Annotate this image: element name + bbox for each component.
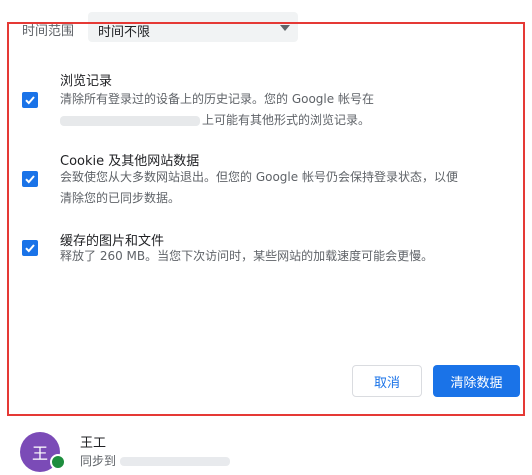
check-icon <box>25 175 35 184</box>
account-sync-prefix: 同步到 <box>80 454 117 468</box>
browsing-history-desc-line1: 清除所有登录过的设备上的历史记录。您的 Google 帐号在 <box>60 92 374 106</box>
avatar-letter: 王 <box>31 444 48 463</box>
account-sync-status: 同步到 <box>80 452 231 469</box>
cookies-checkbox[interactable] <box>22 171 38 187</box>
cache-desc: 释放了 260 MB。当您下次访问时，某些网站的加载速度可能会更慢。 <box>60 246 510 267</box>
cancel-button[interactable]: 取消 <box>352 365 422 397</box>
cookies-desc: 会致使您从大多数网站退出。但您的 Google 帐号仍会保持登录状态，以便 清除… <box>60 167 510 209</box>
check-icon <box>25 244 35 253</box>
chevron-down-icon <box>280 25 290 31</box>
browsing-history-desc-line2: 上可能有其他形式的浏览记录。 <box>60 110 510 131</box>
browsing-history-desc-line2-text: 上可能有其他形式的浏览记录。 <box>202 113 371 127</box>
account-name: 王工 <box>80 436 107 451</box>
browsing-history-desc: 清除所有登录过的设备上的历史记录。您的 Google 帐号在 上可能有其他形式的… <box>60 89 510 131</box>
cookies-desc-line2: 清除您的已同步数据。 <box>60 191 181 205</box>
cache-checkbox[interactable] <box>22 240 38 256</box>
account-row: 王 王工 同步到 <box>0 418 532 475</box>
redacted-email <box>120 457 231 466</box>
cookies-desc-line1: 会致使您从大多数网站退出。但您的 Google 帐号仍会保持登录状态，以便 <box>60 170 458 184</box>
time-range-value: 时间不限 <box>98 25 151 40</box>
time-range-label: 时间范围 <box>22 24 75 39</box>
redacted-link <box>60 115 200 126</box>
clear-data-button[interactable]: 清除数据 <box>433 365 520 397</box>
time-range-row: 时间范围 时间不限 <box>0 0 532 42</box>
browsing-history-title: 浏览记录 <box>60 74 113 89</box>
time-range-select[interactable]: 时间不限 <box>88 12 298 42</box>
sync-icon <box>50 454 66 470</box>
browsing-history-checkbox[interactable] <box>22 92 38 108</box>
cache-desc-line1: 释放了 260 MB。当您下次访问时，某些网站的加载速度可能会更慢。 <box>60 249 434 263</box>
check-icon <box>25 96 35 105</box>
